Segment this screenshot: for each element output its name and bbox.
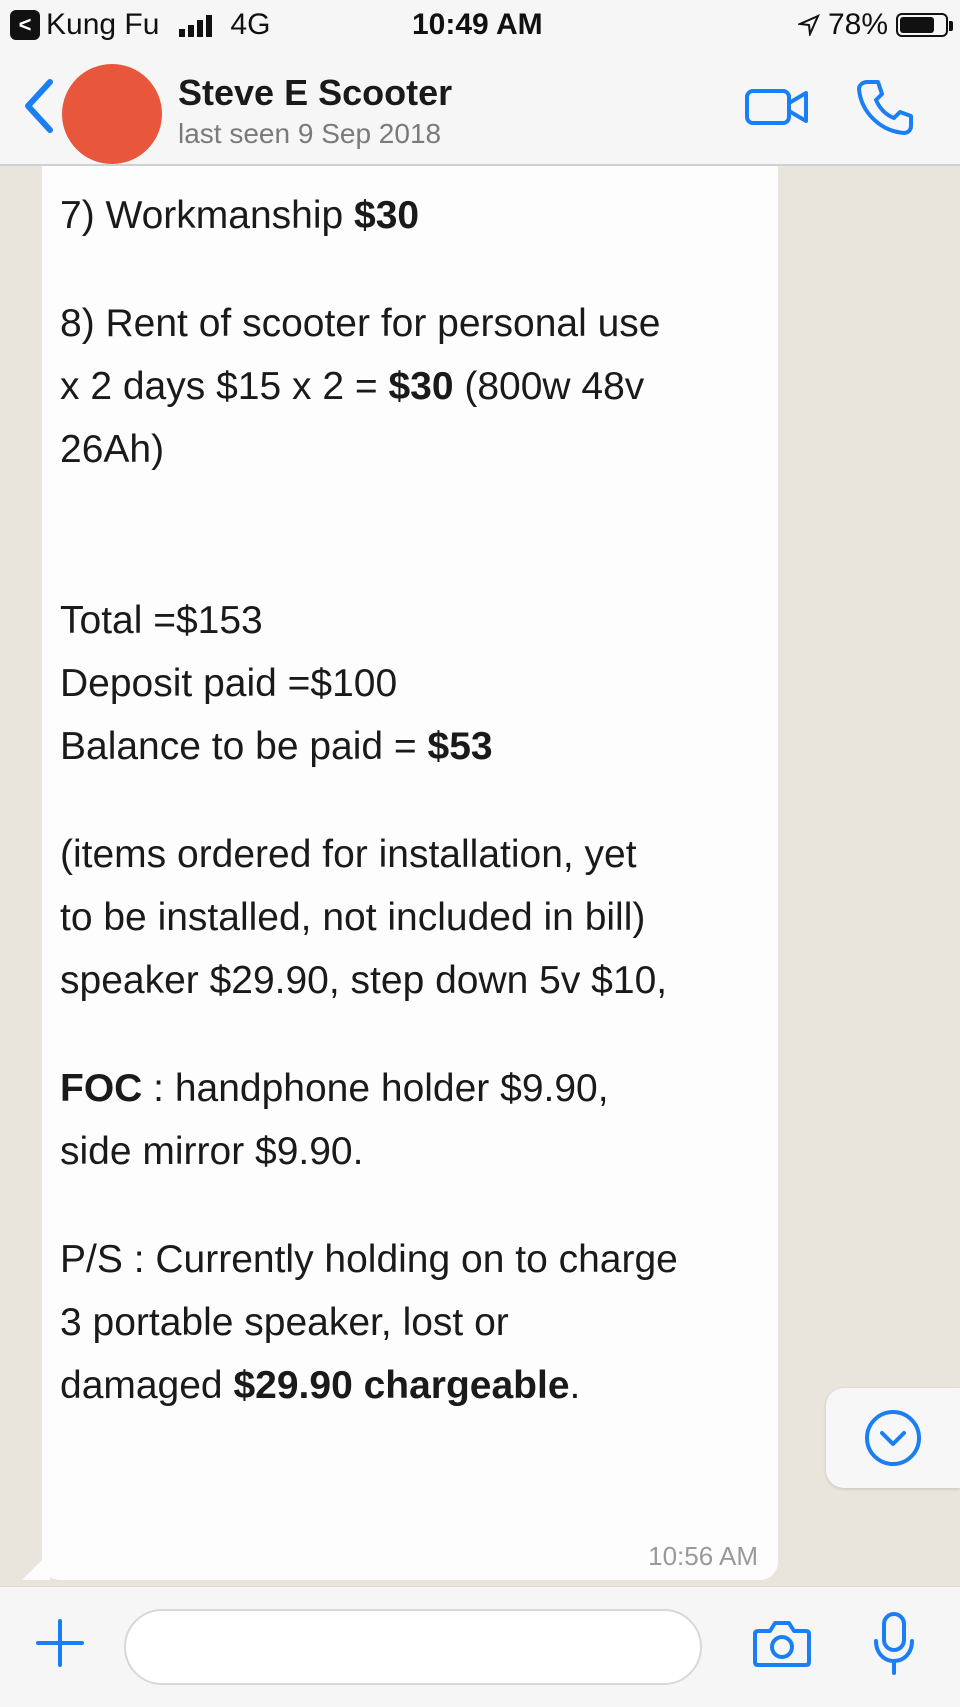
line-item-8-spec: 26Ah): [60, 428, 165, 471]
items-ordered-line-1: (items ordered for installation, yet: [60, 833, 637, 876]
foc-label: FOC: [60, 1067, 143, 1110]
chat-area[interactable]: 7) Workmanship $30 8) Rent of scooter fo…: [0, 166, 960, 1586]
item7-text: 7) Workmanship: [60, 194, 355, 237]
line-item-8-cont: x 2 days $15 x 2 = $30 (800w 48v: [60, 355, 754, 418]
message-input[interactable]: [124, 1609, 702, 1685]
back-to-app-icon: <: [10, 10, 40, 40]
back-to-app-label: Kung Fu: [46, 8, 160, 41]
ps-damaged: damaged: [60, 1364, 234, 1407]
foc-items: : handphone holder $9.90,: [142, 1067, 609, 1110]
message-timestamp: 10:56 AM: [648, 1541, 758, 1571]
back-to-app[interactable]: < Kung Fu 4G: [10, 8, 270, 42]
balance-amount: $53: [427, 725, 493, 768]
ps-charge: $29.90 chargeable: [233, 1364, 570, 1407]
battery-icon: [896, 13, 953, 37]
composer-bar: [0, 1586, 960, 1707]
camera-icon[interactable]: [752, 1617, 812, 1669]
battery-percent: 78%: [827, 8, 888, 41]
items-ordered-line-2: to be installed, not included in bill): [60, 896, 646, 939]
plus-icon[interactable]: [34, 1617, 86, 1669]
ps-line-1: P/S : Currently holding on to charge: [60, 1238, 678, 1281]
foc-line-1: FOC : handphone holder $9.90,: [60, 1057, 754, 1120]
message-bubble[interactable]: 7) Workmanship $30 8) Rent of scooter fo…: [42, 166, 778, 1580]
microphone-icon[interactable]: [872, 1611, 916, 1677]
ps-line-3: damaged $29.90 chargeable.: [60, 1354, 754, 1417]
video-call-icon[interactable]: [744, 86, 810, 128]
contact-name[interactable]: Steve E Scooter: [178, 72, 452, 114]
item8-spec: (800w 48v: [453, 365, 645, 408]
scroll-down-icon: [865, 1410, 921, 1466]
ps-period: .: [569, 1364, 581, 1407]
last-seen: last seen 9 Sep 2018: [178, 118, 442, 149]
line-item-7: 7) Workmanship $30: [60, 184, 754, 247]
item8-calc: x 2 days $15 x 2 =: [60, 365, 389, 408]
item7-amount: $30: [354, 194, 420, 237]
network-type: 4G: [230, 8, 271, 41]
status-bar: < Kung Fu 4G 10:49 AM 78%: [0, 0, 960, 52]
deposit-line: Deposit paid =$100: [60, 662, 398, 705]
items-ordered-line-3: speaker $29.90, step down 5v $10,: [60, 959, 668, 1002]
location-arrow-icon: [797, 14, 820, 36]
signal-icon: [179, 13, 213, 37]
balance-line: Balance to be paid = $53: [60, 715, 754, 778]
line-item-8: 8) Rent of scooter for personal use: [60, 302, 661, 345]
back-chevron-icon[interactable]: [22, 78, 54, 134]
chat-header: Steve E Scooter last seen 9 Sep 2018: [0, 52, 960, 166]
balance-label: Balance to be paid =: [60, 725, 428, 768]
scroll-down-button[interactable]: [826, 1388, 960, 1488]
clock: 10:49 AM: [412, 8, 543, 41]
avatar[interactable]: [62, 64, 162, 164]
item8-amount: $30: [388, 365, 454, 408]
phone-call-icon[interactable]: [856, 78, 914, 136]
ps-line-2: 3 portable speaker, lost or: [60, 1301, 509, 1344]
total-line: Total =$153: [60, 599, 263, 642]
foc-line-2: side mirror $9.90.: [60, 1130, 364, 1173]
battery-fill: [900, 17, 935, 33]
